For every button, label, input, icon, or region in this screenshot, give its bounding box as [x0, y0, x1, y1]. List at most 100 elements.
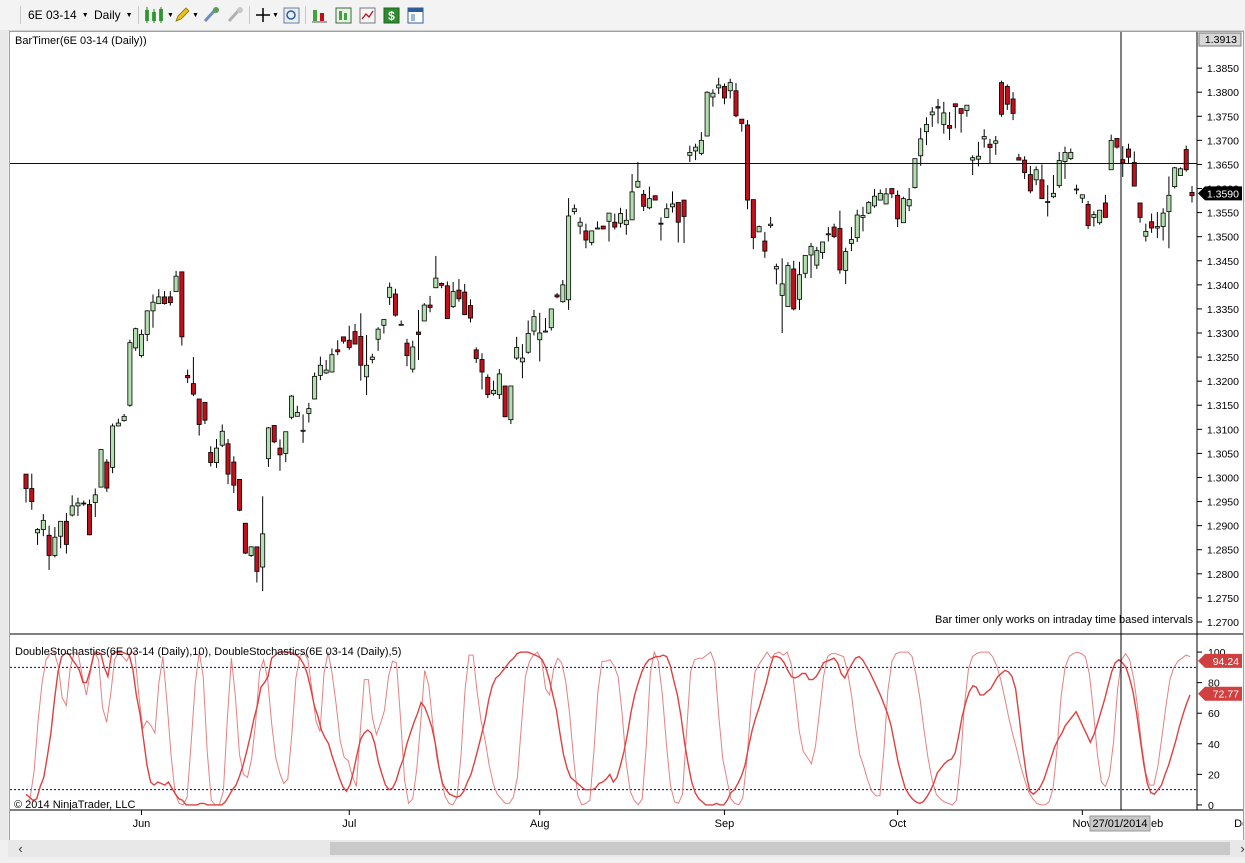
scrollbar-thumb[interactable]: [330, 842, 1230, 855]
candle-up: [369, 356, 375, 360]
candle-up: [75, 502, 81, 507]
chart-panel[interactable]: 1.38501.38001.37501.37001.36501.36001.35…: [9, 31, 1245, 841]
candle-up: [906, 199, 912, 207]
candle-up: [300, 429, 306, 432]
candle-up: [1033, 169, 1039, 181]
candle-up: [115, 422, 121, 427]
candle-down: [733, 90, 739, 117]
candle-down: [23, 473, 29, 489]
candle-down: [745, 124, 751, 201]
candle-up: [514, 347, 520, 359]
candle-down: [202, 401, 208, 421]
price-tick-label: 1.3550: [1207, 208, 1239, 220]
candle-up: [756, 226, 762, 233]
candle-down: [190, 383, 196, 395]
candle-down: [467, 305, 473, 319]
indicators-icon: [359, 7, 376, 23]
candle-up: [265, 427, 271, 460]
candle-up: [618, 213, 624, 224]
time-axis: JunJulAugSepOctNovDec14: [133, 810, 1245, 830]
stochastics-tag-2: 72.77: [1198, 686, 1242, 701]
candle-up: [312, 375, 318, 400]
candle-down: [444, 285, 450, 319]
candle-up: [716, 84, 722, 89]
candle-up: [964, 104, 970, 111]
stochastics-tick-label: 40: [1208, 739, 1220, 751]
candle-down: [952, 103, 958, 108]
price-tick-label: 1.2800: [1207, 569, 1239, 581]
candle-down: [554, 294, 560, 298]
candle-up: [156, 296, 162, 305]
candle-up: [1068, 152, 1074, 160]
candle-down: [46, 534, 52, 556]
candle-down: [750, 199, 756, 239]
candle-down: [1010, 98, 1016, 114]
candle-down: [502, 385, 508, 418]
time-tick-label: Sep: [715, 818, 735, 830]
zoom-button[interactable]: [283, 5, 300, 25]
candle-up: [40, 519, 46, 530]
candle-up: [825, 233, 831, 236]
chart-style-button[interactable]: ▼: [144, 5, 174, 25]
candle-down: [721, 86, 727, 99]
current-price-tag: 1.3590: [1198, 186, 1242, 201]
price-tick-label: 1.2850: [1207, 545, 1239, 557]
data-series-button[interactable]: [311, 5, 328, 25]
candle-up: [289, 395, 295, 418]
price-tick-label: 1.2950: [1207, 497, 1239, 509]
candle-down: [1137, 202, 1143, 218]
candle-up: [900, 198, 906, 224]
candle-up: [773, 266, 779, 270]
candle-up: [970, 157, 976, 161]
candle-down: [277, 447, 283, 456]
chart-properties-button[interactable]: [335, 5, 352, 25]
stochastics-line-5: [25, 650, 1191, 806]
candle-up: [69, 505, 75, 516]
indicators-button[interactable]: [359, 5, 376, 25]
candle-up: [98, 449, 104, 488]
candle-down: [999, 82, 1004, 115]
crosshair-button[interactable]: ▼: [255, 5, 279, 25]
candle-up: [589, 230, 595, 243]
properties-window-button[interactable]: [407, 5, 424, 25]
snap-mode-button[interactable]: [202, 5, 220, 25]
instrument-selector[interactable]: 6E 03-14 ▼: [28, 5, 89, 25]
candle-up: [294, 412, 300, 417]
candle-down: [479, 359, 485, 373]
candle-up: [387, 286, 393, 298]
candle-up: [820, 241, 826, 253]
scroll-left-icon[interactable]: ‹: [12, 840, 29, 857]
crosshair-icon: [256, 8, 270, 22]
price-axis: 1.38501.38001.37501.37001.36501.36001.35…: [1197, 63, 1239, 629]
stochastics-axis: 100806040200: [1197, 647, 1226, 812]
price-tick-label: 1.3800: [1207, 87, 1239, 99]
candle-down: [1114, 138, 1120, 148]
candle-down: [658, 222, 664, 225]
horizontal-scrollbar[interactable]: ‹ ›: [8, 840, 1245, 857]
bartimer-message: Bar timer only works on intraday time ba…: [935, 614, 1193, 626]
candle-down: [340, 336, 346, 342]
candle-up: [929, 111, 935, 116]
candle-up: [1050, 192, 1056, 198]
candle-down: [791, 268, 797, 310]
candle-down: [1016, 157, 1022, 161]
remove-drawings-button[interactable]: [226, 5, 244, 25]
candle-up: [594, 227, 600, 230]
candle-down: [831, 226, 837, 238]
candle-up: [410, 346, 416, 370]
candle-up: [883, 193, 889, 205]
candle-up: [1177, 168, 1183, 176]
toolbar-separator: [249, 6, 250, 24]
candle-up: [1091, 214, 1097, 218]
candle-down: [583, 230, 589, 241]
chart-canvas[interactable]: 1.38501.38001.37501.37001.36501.36001.35…: [10, 32, 1245, 840]
strategies-button[interactable]: $: [383, 5, 400, 25]
interval-selector[interactable]: Daily ▼: [94, 5, 133, 25]
candlestick-icon: [145, 7, 163, 23]
drawing-tool-button[interactable]: ▼: [173, 5, 199, 25]
chevron-down-icon: ▼: [125, 11, 133, 19]
price-tick-label: 1.3850: [1207, 63, 1239, 75]
candle-down: [1004, 86, 1010, 105]
candle-down: [1085, 204, 1091, 227]
scroll-right-icon[interactable]: ›: [1234, 840, 1245, 857]
